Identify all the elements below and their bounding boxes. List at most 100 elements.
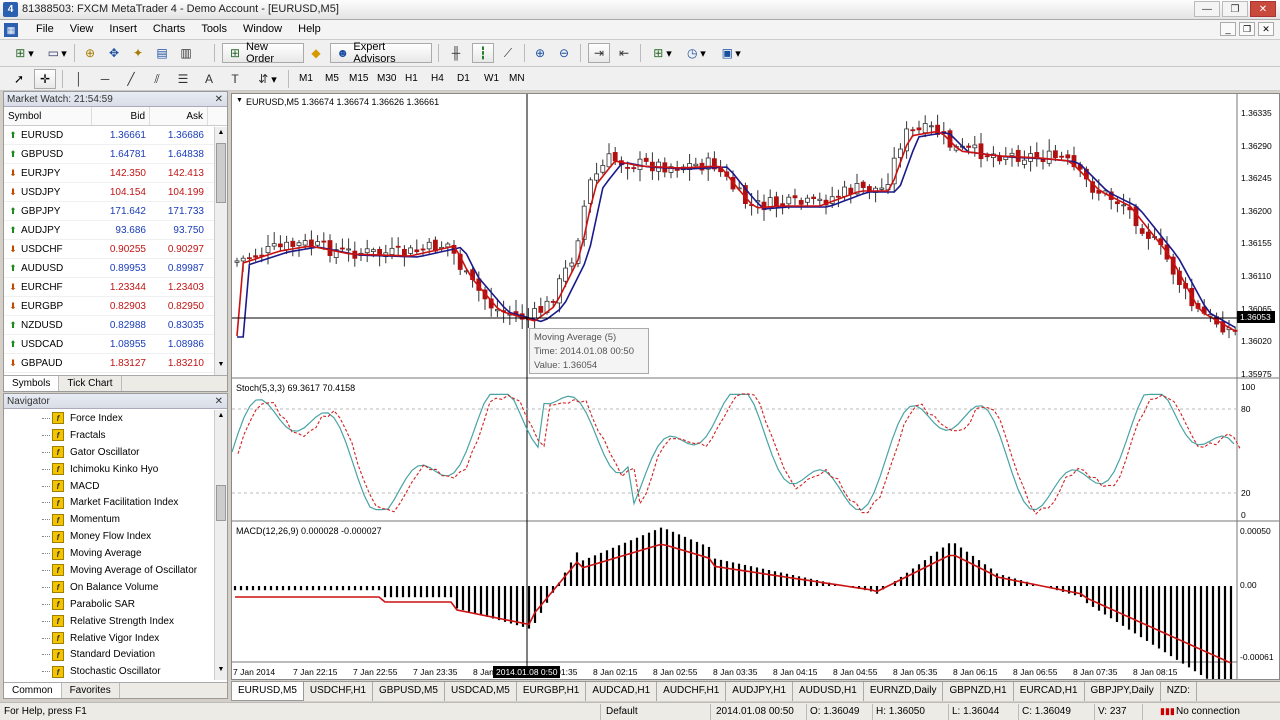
chart-tab[interactable]: GBPJPY,Daily [1085, 682, 1161, 701]
chart-tab[interactable]: NZD: [1161, 682, 1198, 701]
market-watch-button[interactable]: ⊕ [80, 43, 100, 63]
market-watch-row[interactable]: ⬇ GBPAUD 1.83127 1.83210 [4, 354, 227, 373]
tab-tick-chart[interactable]: Tick Chart [59, 376, 122, 391]
navigator-item[interactable]: f On Balance Volume [4, 579, 227, 596]
menu-charts[interactable]: Charts [145, 23, 193, 35]
crosshair-button[interactable]: ✛ [34, 69, 56, 89]
minimize-button[interactable]: — [1194, 1, 1220, 17]
vertical-line-button[interactable]: │ [70, 69, 88, 89]
chart-shift-button[interactable]: ⇤ [614, 43, 634, 63]
menu-insert[interactable]: Insert [101, 23, 145, 35]
timeframe-w1[interactable]: W1 [481, 70, 502, 88]
market-watch-row[interactable]: ⬇ EURJPY 142.350 142.413 [4, 164, 227, 183]
tab-symbols[interactable]: Symbols [4, 376, 60, 391]
market-watch-row[interactable]: ⬆ GBPJPY 171.642 171.733 [4, 202, 227, 221]
mdi-restore-button[interactable]: ❐ [1239, 22, 1255, 36]
market-watch-row[interactable]: ⬆ AUDUSD 0.89953 0.89987 [4, 259, 227, 278]
market-watch-row[interactable]: ⬇ USDJPY 104.154 104.199 [4, 183, 227, 202]
scroll-thumb[interactable] [216, 485, 226, 521]
terminal-button[interactable]: ▤ [152, 43, 172, 63]
chart-tab[interactable]: GBPNZD,H1 [943, 682, 1014, 701]
market-watch-row[interactable]: ⬆ USDCAD 1.08955 1.08986 [4, 335, 227, 354]
market-watch-row[interactable]: ⬇ EURGBP 0.82903 0.82950 [4, 297, 227, 316]
arrows-button[interactable]: ⇵ ▾ [252, 69, 280, 89]
timeframe-m1[interactable]: M1 [296, 70, 316, 88]
chart-window-icon[interactable]: ▦ [4, 23, 18, 37]
timeframe-m5[interactable]: M5 [322, 70, 342, 88]
chart-tab[interactable]: USDCHF,H1 [304, 682, 374, 701]
market-watch-row[interactable]: ⬆ EURUSD 1.36661 1.36686 [4, 126, 227, 145]
scroll-up-icon[interactable]: ▲ [215, 129, 227, 141]
navigator-item[interactable]: f Relative Vigor Index [4, 630, 227, 647]
chart-tab[interactable]: EURCAD,H1 [1014, 682, 1085, 701]
bar-chart-button[interactable]: ╫ [446, 43, 466, 63]
mdi-close-button[interactable]: ✕ [1258, 22, 1274, 36]
market-watch-row[interactable]: ⬆ AUDJPY 93.686 93.750 [4, 221, 227, 240]
navigator-item[interactable]: f Parabolic SAR [4, 596, 227, 613]
navigator-scrollbar[interactable]: ▲ ▼ [214, 410, 227, 680]
close-icon[interactable]: ✕ [215, 92, 223, 107]
timeframe-h4[interactable]: H4 [428, 70, 447, 88]
navigator-item[interactable]: f Gator Oscillator [4, 444, 227, 461]
chart-tab[interactable]: AUDJPY,H1 [726, 682, 794, 701]
scroll-up-icon[interactable]: ▲ [215, 412, 227, 424]
auto-scroll-button[interactable]: ⇥ [588, 43, 610, 63]
navigator-item[interactable]: f Stochastic Oscillator [4, 663, 227, 680]
indicators-button[interactable]: ⊞ ▾ [646, 43, 676, 63]
navigator-item[interactable]: f Moving Average of Oscillator [4, 562, 227, 579]
new-chart-button[interactable]: ⊞ ▾ [8, 43, 38, 63]
market-watch-row[interactable]: ⬆ GBPUSD 1.64781 1.64838 [4, 145, 227, 164]
tab-common[interactable]: Common [4, 683, 62, 698]
navigator-item[interactable]: f MACD [4, 478, 227, 495]
scroll-down-icon[interactable]: ▼ [215, 666, 227, 678]
timeframe-mn[interactable]: MN [506, 70, 528, 88]
text-button[interactable]: A [200, 69, 218, 89]
navigator-item[interactable]: f Force Index [4, 410, 227, 427]
navigator-item[interactable]: f Fractals [4, 427, 227, 444]
timeframe-h1[interactable]: H1 [402, 70, 421, 88]
maximize-button[interactable]: ❐ [1222, 1, 1248, 17]
navigator-item[interactable]: f Momentum [4, 511, 227, 528]
chart-canvas[interactable] [232, 94, 1279, 679]
column-bid[interactable]: Bid [92, 107, 150, 125]
navigator-item[interactable]: f Money Flow Index [4, 528, 227, 545]
expert-advisors-button[interactable]: ☻ Expert Advisors [330, 41, 432, 65]
metaeditor-button[interactable]: ◆ [306, 43, 326, 63]
navigator-button[interactable]: ✦ [128, 43, 148, 63]
column-ask[interactable]: Ask [150, 107, 208, 125]
timeframe-d1[interactable]: D1 [454, 70, 473, 88]
candlestick-button[interactable]: ┇ [472, 43, 494, 63]
menu-view[interactable]: View [62, 23, 102, 35]
scroll-thumb[interactable] [216, 143, 226, 203]
navigator-item[interactable]: f Market Facilitation Index [4, 494, 227, 511]
market-watch-row[interactable]: ⬇ USDCHF 0.90255 0.90297 [4, 240, 227, 259]
menu-window[interactable]: Window [235, 23, 290, 35]
navigator-item[interactable]: f Moving Average [4, 545, 227, 562]
tab-favorites[interactable]: Favorites [62, 683, 120, 698]
chart-tab[interactable]: AUDCAD,H1 [586, 682, 658, 701]
timeframe-m15[interactable]: M15 [346, 70, 371, 88]
templates-button[interactable]: ▣ ▾ [714, 43, 746, 63]
fibonacci-button[interactable]: ☰ [174, 69, 192, 89]
zoom-in-button[interactable]: ⊕ [530, 43, 550, 63]
chart-tab[interactable]: AUDCHF,H1 [657, 682, 727, 701]
chart-tab[interactable]: USDCAD,M5 [445, 682, 517, 701]
navigator-item[interactable]: f Relative Strength Index [4, 613, 227, 630]
chart-tab[interactable]: AUDUSD,H1 [793, 682, 864, 701]
timeframe-m30[interactable]: M30 [374, 70, 399, 88]
market-watch-row[interactable]: ⬆ NZDUSD 0.82988 0.83035 [4, 316, 227, 335]
menu-tools[interactable]: Tools [193, 23, 235, 35]
column-symbol[interactable]: Symbol [4, 107, 92, 125]
menu-file[interactable]: File [28, 23, 62, 35]
data-window-button[interactable]: ✥ [104, 43, 124, 63]
close-button[interactable]: ✕ [1250, 1, 1276, 17]
chart-tab[interactable]: EURNZD,Daily [864, 682, 944, 701]
mdi-minimize-button[interactable]: _ [1220, 22, 1236, 36]
chart-window[interactable]: ▼ EURUSD,M5 1.36674 1.36674 1.36626 1.36… [231, 93, 1280, 680]
new-order-button[interactable]: ⊞ New Order [222, 41, 304, 65]
equidistant-channel-button[interactable]: ⫽ [148, 69, 166, 89]
chart-tab[interactable]: EURUSD,M5 [231, 682, 304, 701]
market-watch-row[interactable]: ⬇ EURCHF 1.23344 1.23403 [4, 278, 227, 297]
line-chart-button[interactable]: ⟋ [498, 43, 518, 63]
navigator-item[interactable]: f Ichimoku Kinko Hyo [4, 461, 227, 478]
